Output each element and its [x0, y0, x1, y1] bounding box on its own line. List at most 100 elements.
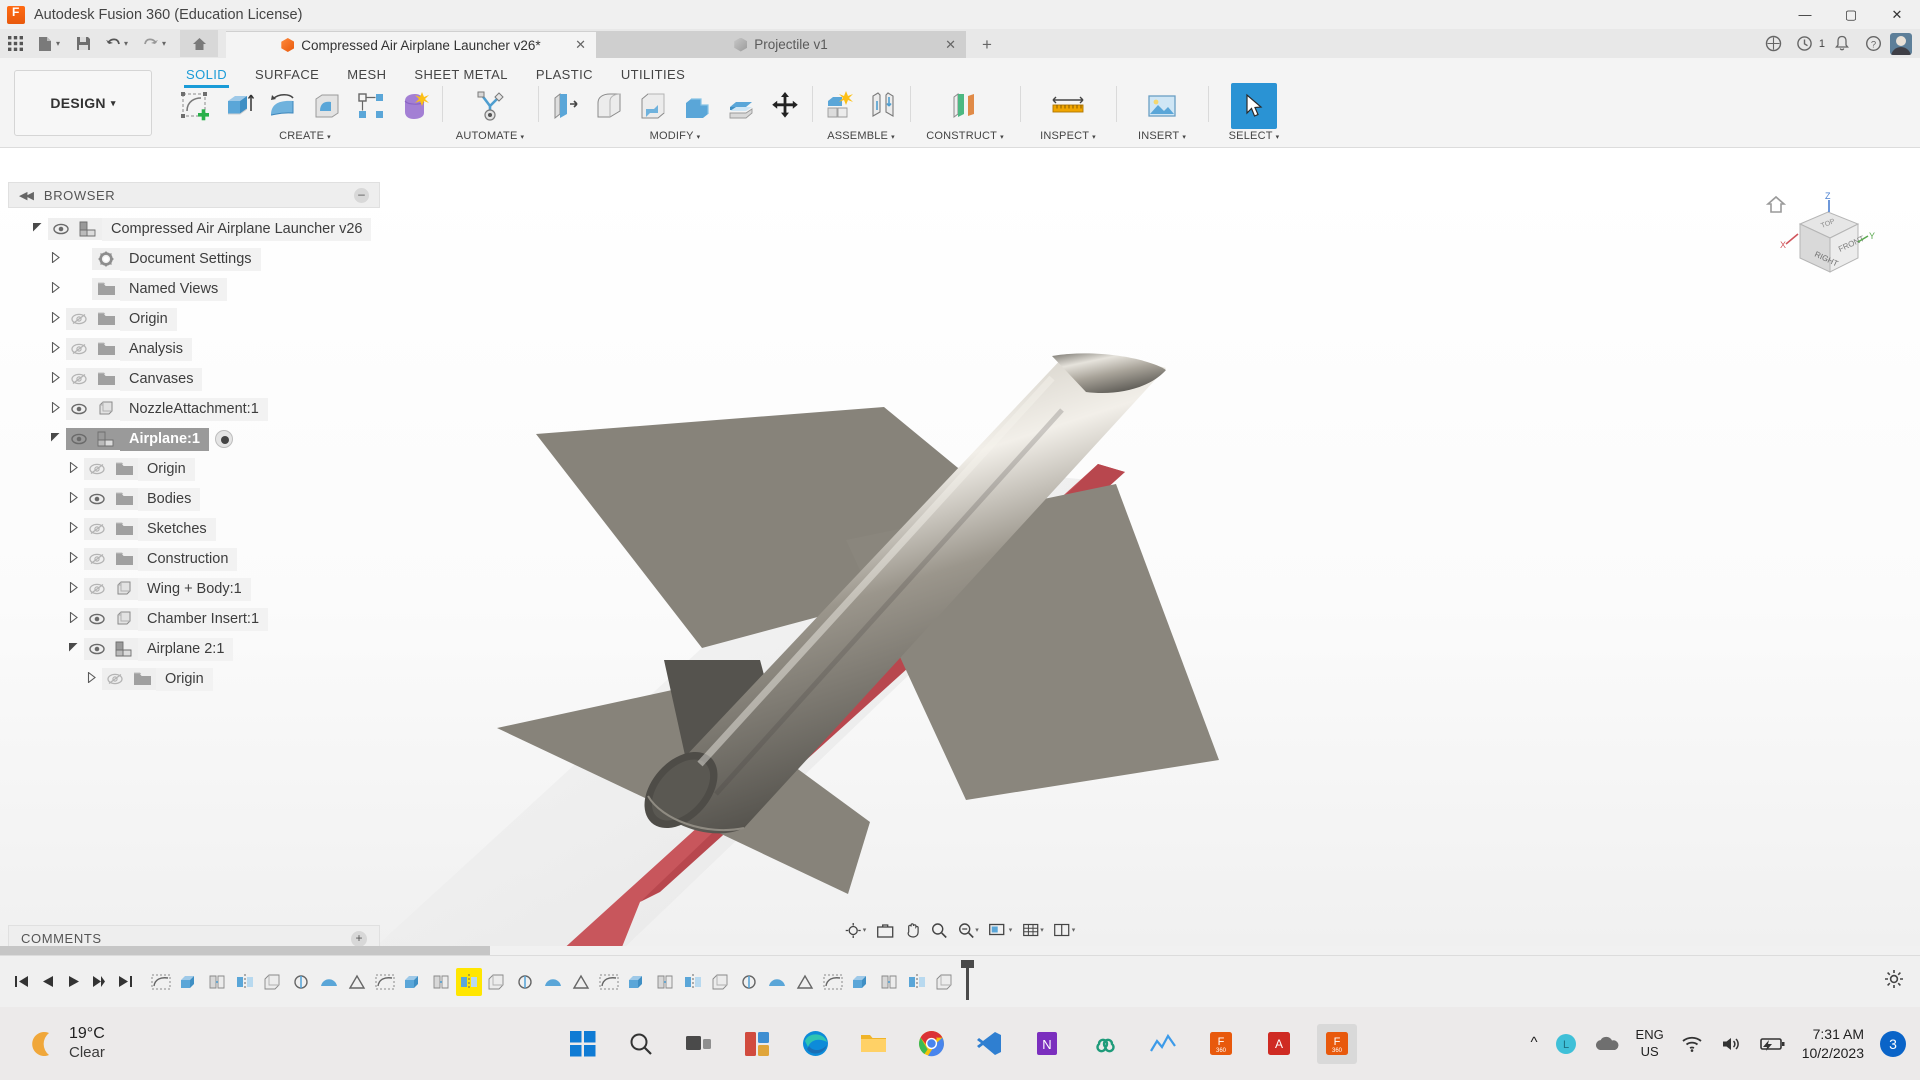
show-hidden-icons-icon[interactable]: ^ [1530, 1034, 1537, 1053]
new-component-icon[interactable] [818, 85, 860, 127]
task-view-icon[interactable] [679, 1024, 719, 1064]
chevron-down-icon[interactable]: ▾ [1182, 134, 1186, 141]
chevron-down-icon[interactable]: ▾ [1009, 926, 1013, 934]
visibility-visible-icon[interactable] [66, 248, 92, 270]
chevron-down-icon[interactable]: ▾ [891, 134, 895, 141]
thread-feature-icon[interactable] [904, 968, 930, 996]
tree-item[interactable]: Document Settings [8, 244, 380, 274]
mirror-feature-icon[interactable] [232, 968, 258, 996]
chamfer-feature-icon[interactable] [848, 968, 874, 996]
visibility-hidden-icon[interactable] [84, 518, 110, 540]
windows-start-icon[interactable] [563, 1024, 603, 1064]
tree-item[interactable]: Wing + Body:1 [8, 574, 380, 604]
home-icon[interactable] [180, 30, 218, 57]
extrude-feature-icon[interactable] [316, 968, 342, 996]
onenote-icon[interactable]: N [1027, 1024, 1067, 1064]
language-indicator[interactable]: ENG US [1636, 1027, 1664, 1060]
tree-item[interactable]: Airplane 2:1 [8, 634, 380, 664]
step-back-icon[interactable] [34, 965, 60, 999]
visibility-visible-icon[interactable] [66, 278, 92, 300]
chevron-down-icon[interactable]: ▾ [1040, 926, 1044, 934]
workspace-switcher[interactable]: DESIGN ▾ [14, 70, 152, 136]
sketch-feature-icon[interactable] [148, 968, 174, 996]
chrome-icon[interactable] [911, 1024, 951, 1064]
visibility-hidden-icon[interactable] [66, 308, 92, 330]
tree-item[interactable]: Named Views [8, 274, 380, 304]
bell-icon[interactable] [1828, 31, 1856, 57]
view-cube[interactable]: RIGHT FRONT TOP X Y Z [1750, 190, 1880, 310]
expand-arrow-closed-icon[interactable] [44, 372, 66, 386]
wifi-icon[interactable] [1680, 1033, 1704, 1055]
minimize-button[interactable]: — [1782, 0, 1828, 29]
expand-arrow-open-icon[interactable] [62, 642, 84, 656]
help-icon[interactable]: ? [1859, 31, 1887, 57]
document-tab-inactive[interactable]: Projectile v1 ✕ [596, 31, 966, 58]
move-copy-icon[interactable] [764, 85, 806, 127]
lastpass-icon[interactable]: L [1554, 1032, 1578, 1056]
save-icon[interactable] [68, 30, 98, 57]
skip-to-start-icon[interactable] [8, 965, 34, 999]
visibility-visible-icon[interactable] [84, 638, 110, 660]
press-pull-icon[interactable] [544, 85, 586, 127]
expand-arrow-closed-icon[interactable] [44, 402, 66, 416]
tree-item[interactable]: Construction [8, 544, 380, 574]
viewport-horizontal-scrollbar[interactable] [0, 946, 1920, 955]
app-grid-icon[interactable] [0, 30, 30, 57]
battery-icon[interactable] [1760, 1034, 1786, 1054]
undo-caret-icon[interactable]: ▾ [124, 39, 136, 48]
close-icon[interactable]: ✕ [575, 37, 586, 53]
volume-icon[interactable] [1720, 1033, 1744, 1055]
orbit-icon[interactable]: ▾ [841, 917, 871, 943]
visibility-visible-icon[interactable] [84, 488, 110, 510]
select-tool-icon[interactable] [1231, 83, 1277, 129]
extrude-feature-icon[interactable] [512, 968, 538, 996]
weather-widget[interactable]: 19°C Clear [28, 1024, 105, 1063]
file-explorer-icon[interactable] [853, 1024, 893, 1064]
pan-hand-icon[interactable] [899, 917, 924, 943]
extrude-feature-icon[interactable] [288, 968, 314, 996]
minimize-panel-icon[interactable]: – [354, 188, 369, 203]
visibility-hidden-icon[interactable] [66, 338, 92, 360]
infinity-app-icon[interactable] [1085, 1024, 1125, 1064]
visibility-hidden-icon[interactable] [84, 548, 110, 570]
visibility-hidden-icon[interactable] [84, 578, 110, 600]
tree-item[interactable]: Origin [8, 304, 380, 334]
collapse-left-icon[interactable]: ◀◀ [19, 189, 32, 202]
widgets-icon[interactable] [737, 1024, 777, 1064]
chevron-down-icon[interactable]: ▾ [1000, 134, 1004, 141]
job-status-icon[interactable] [1791, 31, 1819, 57]
draft-feature-icon[interactable] [876, 968, 902, 996]
extrude-feature-icon[interactable] [260, 968, 286, 996]
timeline-settings-icon[interactable] [1884, 969, 1904, 994]
visibility-visible-icon[interactable] [48, 218, 74, 240]
form-icon[interactable] [394, 85, 436, 127]
tree-item[interactable]: Canvases [8, 364, 380, 394]
expand-arrow-closed-icon[interactable] [62, 612, 84, 626]
visibility-visible-icon[interactable] [66, 428, 92, 450]
expand-arrow-closed-icon[interactable] [62, 462, 84, 476]
fillet-icon[interactable] [588, 85, 630, 127]
scrollbar-thumb[interactable] [0, 946, 490, 955]
expand-arrow-open-icon[interactable] [44, 432, 66, 446]
activate-component-radio[interactable] [215, 430, 233, 448]
maximize-button[interactable]: ▢ [1828, 0, 1874, 29]
expand-arrow-closed-icon[interactable] [44, 312, 66, 326]
display-settings-icon[interactable]: ▾ [985, 917, 1017, 943]
visibility-visible-icon[interactable] [84, 608, 110, 630]
close-button[interactable]: ✕ [1874, 0, 1920, 29]
create-sketch-icon[interactable] [174, 85, 216, 127]
revolve-icon[interactable] [262, 85, 304, 127]
fusion-app-icon[interactable]: F360 [1201, 1024, 1241, 1064]
step-forward-icon[interactable] [86, 965, 112, 999]
sweep-icon[interactable] [306, 85, 348, 127]
extrude-feature-icon[interactable] [596, 968, 622, 996]
edge-icon[interactable] [795, 1024, 835, 1064]
expand-arrow-closed-icon[interactable] [62, 552, 84, 566]
revolve-feature-icon[interactable] [736, 968, 762, 996]
tree-item[interactable]: Chamber Insert:1 [8, 604, 380, 634]
tree-item[interactable]: Sketches [8, 514, 380, 544]
user-avatar[interactable] [1890, 33, 1912, 55]
add-comment-icon[interactable]: + [351, 931, 367, 947]
document-tab-active[interactable]: Compressed Air Airplane Launcher v26* ✕ [226, 31, 596, 58]
expand-arrow-closed-icon[interactable] [62, 492, 84, 506]
